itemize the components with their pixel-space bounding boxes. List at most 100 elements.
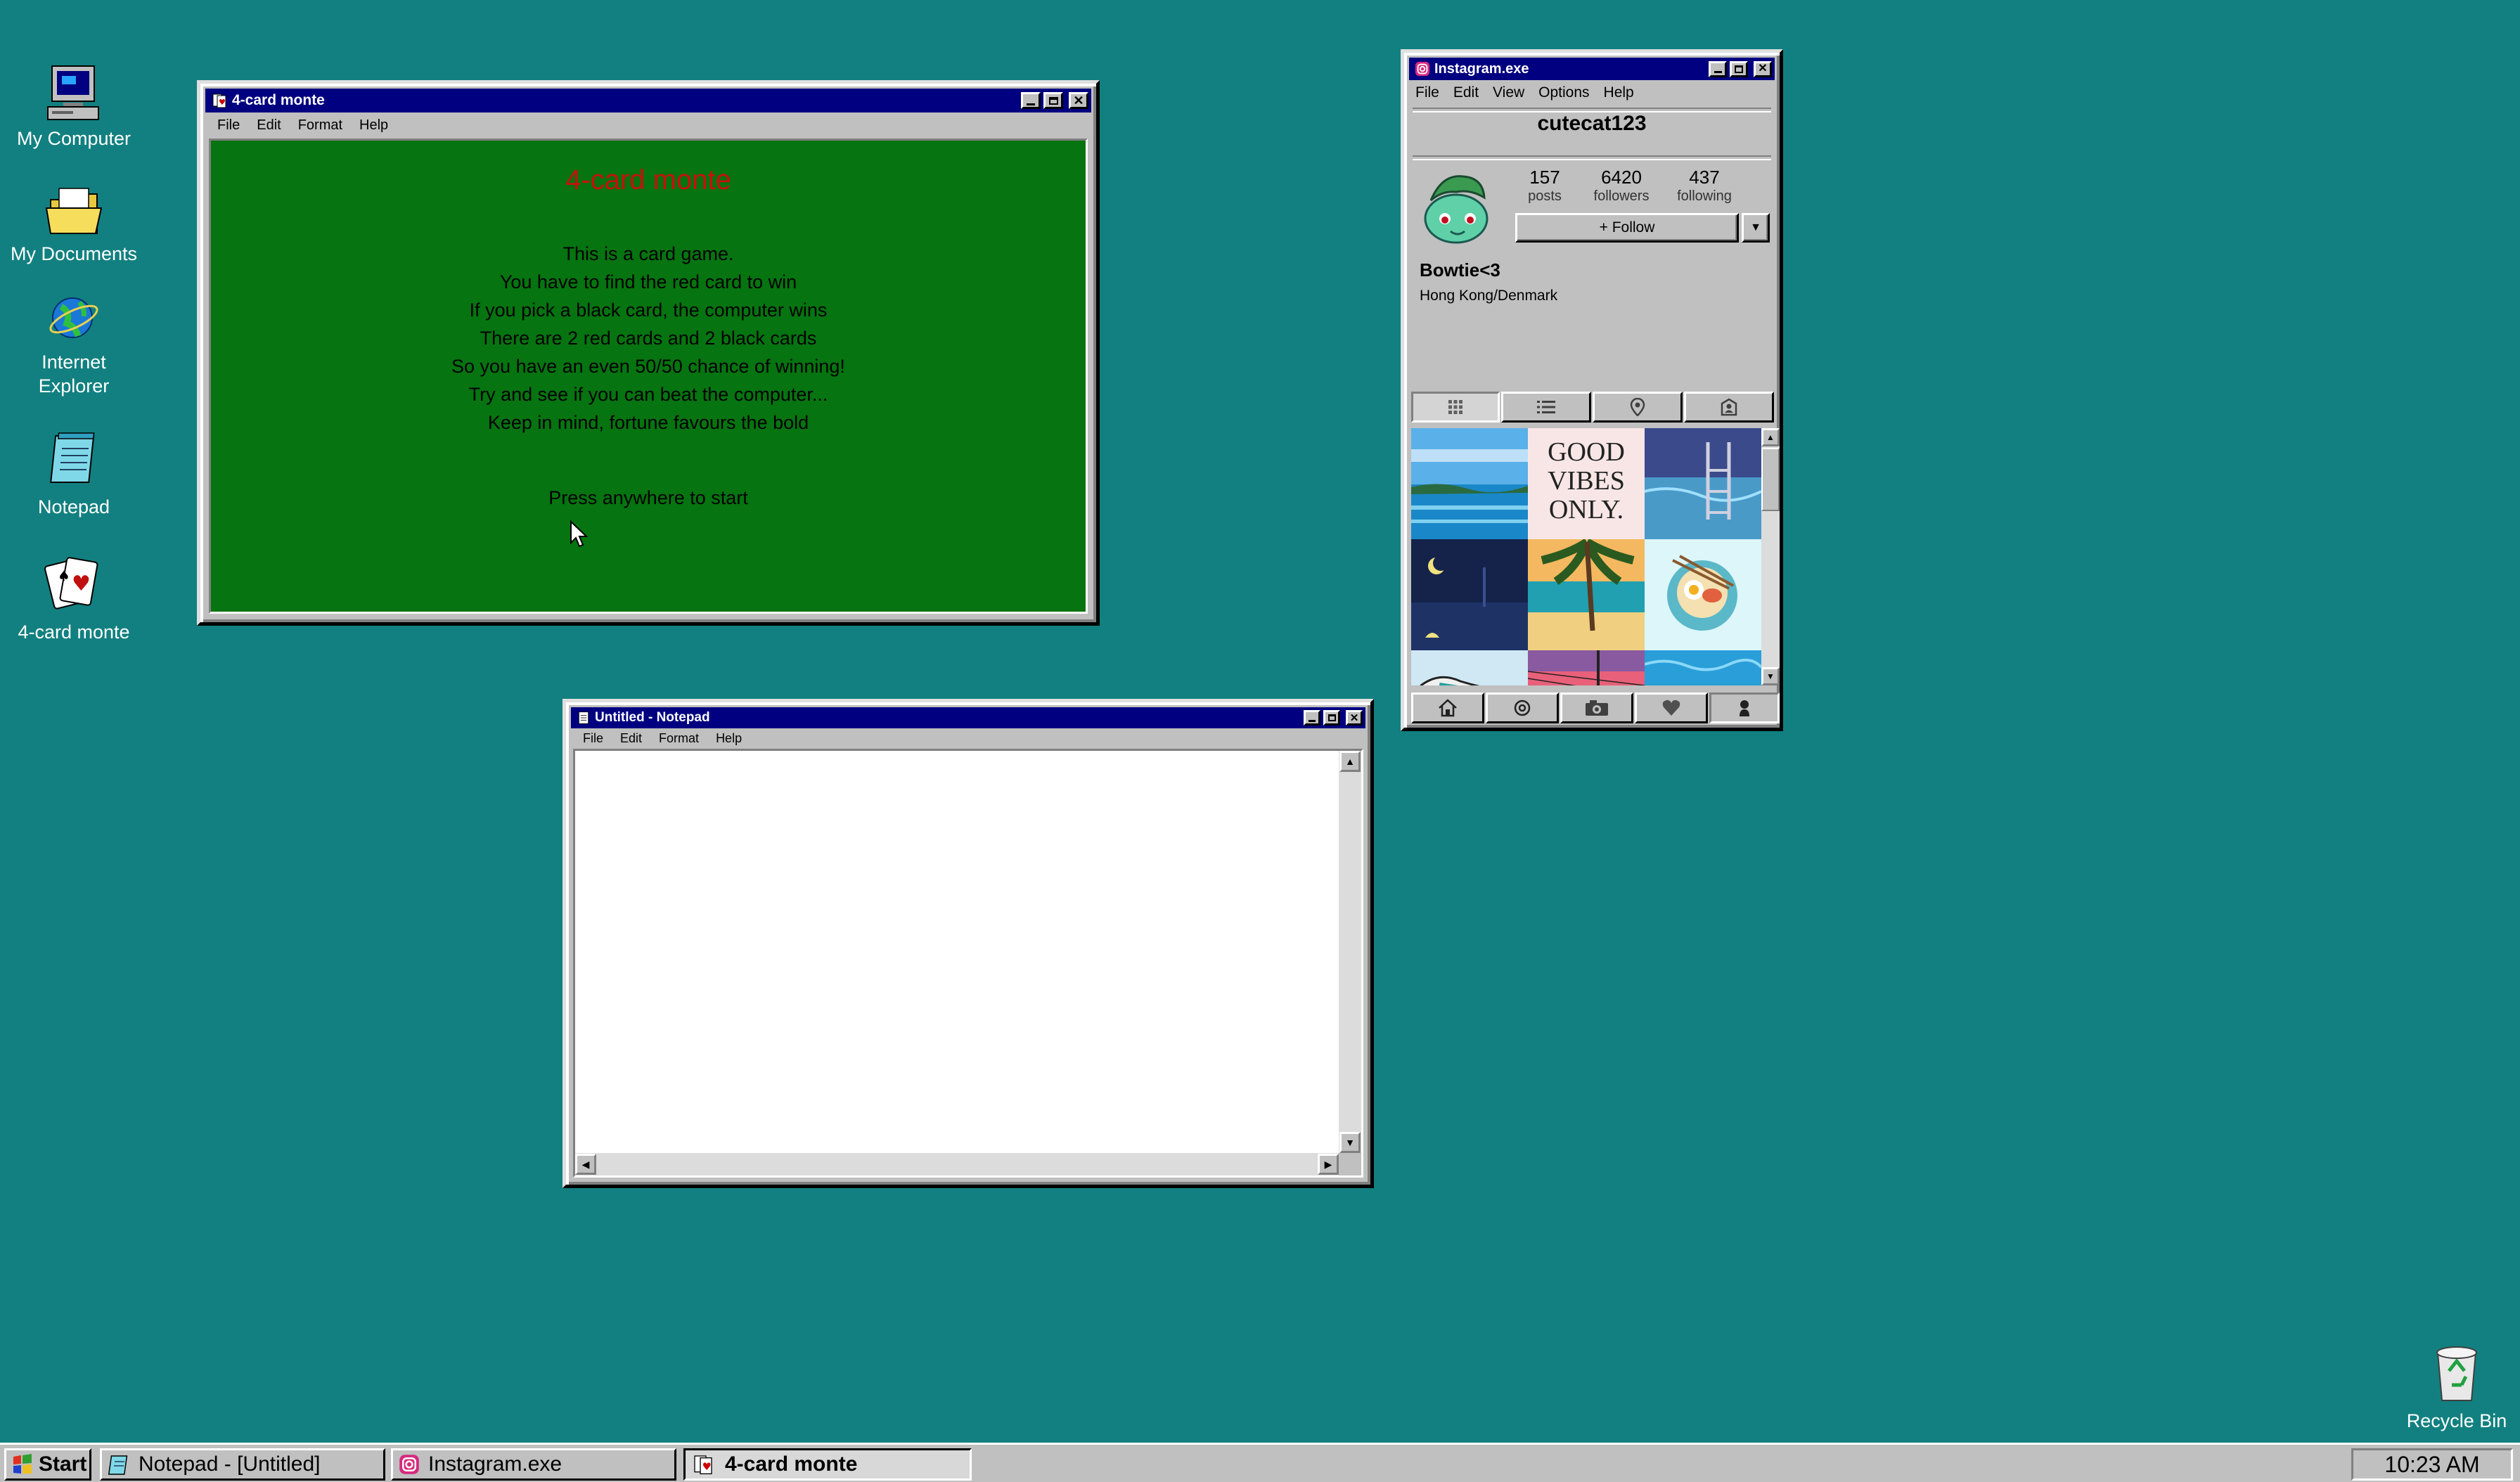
post-thumbnail[interactable]: [1645, 428, 1761, 539]
menu-help[interactable]: Help: [707, 731, 750, 746]
system-clock[interactable]: 10:23 AM: [2351, 1448, 2513, 1481]
cards-icon: ♥: [694, 1455, 712, 1474]
post-thumbnail[interactable]: [1411, 539, 1528, 650]
notepad-menubar: File Edit Format Help: [574, 729, 1362, 747]
close-icon: ✕: [1758, 63, 1768, 75]
tab-tagged[interactable]: [1684, 392, 1774, 423]
scroll-left-button[interactable]: ◀: [575, 1154, 596, 1175]
menu-file[interactable]: File: [209, 117, 248, 134]
start-label: Start: [39, 1452, 87, 1476]
desktop-icon-my-documents[interactable]: My Documents: [0, 184, 148, 266]
desktop-icon-notepad[interactable]: Notepad: [0, 430, 148, 519]
menu-help[interactable]: Help: [351, 117, 397, 134]
notepad-icon: [50, 432, 95, 483]
following-label: following: [1677, 188, 1732, 204]
avatar[interactable]: [1414, 169, 1497, 247]
scroll-down-button[interactable]: ▼: [1761, 667, 1780, 685]
window-title: Untitled - Notepad: [595, 710, 710, 725]
posts-count: 157: [1529, 167, 1560, 188]
desktop-icon-4-card-monte[interactable]: ♥ ♠ 4-card monte: [0, 553, 148, 644]
search-icon: [1514, 700, 1531, 716]
menu-file[interactable]: File: [574, 731, 612, 746]
taskbar-button-label: Notepad - [Untitled]: [139, 1452, 321, 1476]
resize-grip[interactable]: [1339, 1153, 1361, 1175]
close-icon: ✕: [1349, 711, 1359, 724]
post-thumbnail[interactable]: [1411, 428, 1528, 539]
instagram-icon: [1415, 61, 1430, 77]
close-button[interactable]: ✕: [1346, 710, 1363, 726]
close-button[interactable]: ✕: [1754, 60, 1772, 77]
taskbar-button-instagram[interactable]: Instagram.exe: [391, 1448, 676, 1481]
post-thumbnail[interactable]: GOOD VIBES ONLY.: [1528, 428, 1645, 539]
pool-ladder-image: [1645, 428, 1761, 539]
scroll-up-button[interactable]: ▲: [1339, 751, 1361, 772]
minimize-button[interactable]: [1304, 710, 1320, 726]
post-thumbnail[interactable]: [1411, 650, 1528, 685]
follow-button[interactable]: + Follow: [1515, 213, 1739, 243]
stat-posts[interactable]: 157 posts: [1517, 167, 1573, 205]
horizontal-scrollbar[interactable]: ◀ ▶: [575, 1153, 1339, 1175]
start-button[interactable]: Start: [4, 1448, 91, 1481]
card-game-window: ♥ 4-card monte ✕ File Edit Format Help 4…: [197, 80, 1100, 626]
nav-activity-button[interactable]: [1635, 692, 1708, 723]
post-thumbnail[interactable]: [1645, 650, 1761, 685]
tab-location[interactable]: [1593, 392, 1683, 423]
post-thumbnail[interactable]: [1528, 650, 1645, 685]
minimize-button[interactable]: [1021, 92, 1041, 109]
desktop-icon-label: Recycle Bin: [2406, 1410, 2507, 1431]
scroll-thumb[interactable]: [1761, 448, 1780, 511]
location-text: Hong Kong/Denmark: [1420, 288, 1558, 304]
desktop-icon-recycle-bin[interactable]: Recycle Bin: [2379, 1340, 2520, 1433]
desktop-icon-my-computer[interactable]: My Computer: [0, 65, 148, 150]
maximize-button[interactable]: [1730, 60, 1748, 77]
photo-grid-scrollbar[interactable]: ▲ ▼: [1761, 428, 1780, 685]
scroll-right-button[interactable]: ▶: [1318, 1154, 1339, 1175]
menu-view[interactable]: View: [1486, 84, 1531, 101]
close-button[interactable]: ✕: [1069, 92, 1088, 109]
stat-following[interactable]: 437 following: [1666, 167, 1743, 205]
scroll-down-button[interactable]: ▼: [1339, 1132, 1361, 1153]
location-pin-icon: [1630, 398, 1645, 416]
instruction-line: If you pick a black card, the computer w…: [469, 299, 828, 321]
follow-options-dropdown[interactable]: ▼: [1742, 213, 1770, 243]
instagram-titlebar[interactable]: Instagram.exe ✕: [1409, 58, 1775, 80]
sunset-powerlines-image: [1528, 650, 1645, 685]
desktop-icon-internet-explorer[interactable]: Internet Explorer: [0, 292, 148, 398]
instruction-line: Keep in mind, fortune favours the bold: [487, 412, 809, 433]
menu-file[interactable]: File: [1408, 84, 1446, 101]
maximize-button[interactable]: [1043, 92, 1063, 109]
windows-logo-icon: [13, 1454, 32, 1474]
menu-format[interactable]: Format: [290, 117, 351, 134]
menu-edit[interactable]: Edit: [248, 117, 289, 134]
menu-format[interactable]: Format: [650, 731, 707, 746]
stat-followers[interactable]: 6420 followers: [1583, 167, 1660, 205]
window-title: 4-card monte: [232, 92, 325, 108]
scroll-up-button[interactable]: ▲: [1761, 428, 1780, 446]
taskbar-button-notepad[interactable]: Notepad - [Untitled]: [100, 1448, 385, 1481]
taskbar-button-4-card-monte[interactable]: ♥ 4-card monte: [683, 1448, 972, 1481]
menu-edit[interactable]: Edit: [1446, 84, 1486, 101]
profile-username: cutecat123: [1537, 112, 1647, 135]
start-prompt[interactable]: Press anywhere to start: [211, 487, 1086, 509]
tab-list[interactable]: [1501, 392, 1591, 423]
tab-grid[interactable]: [1411, 392, 1500, 423]
minimize-button[interactable]: [1709, 60, 1727, 77]
menu-edit[interactable]: Edit: [612, 731, 650, 746]
card-game-titlebar[interactable]: ♥ 4-card monte ✕: [205, 89, 1091, 112]
minimize-icon: [1309, 720, 1316, 722]
menu-help[interactable]: Help: [1597, 84, 1641, 101]
menu-options[interactable]: Options: [1531, 84, 1596, 101]
grid-icon: [1448, 400, 1462, 414]
instruction-line: There are 2 red cards and 2 black cards: [480, 328, 817, 349]
nav-camera-button[interactable]: [1560, 692, 1633, 723]
vertical-scrollbar[interactable]: ▲ ▼: [1339, 751, 1361, 1153]
notepad-titlebar[interactable]: Untitled - Notepad ✕: [571, 707, 1365, 728]
notepad-text-area[interactable]: ▲ ▼ ◀ ▶: [573, 749, 1363, 1178]
maximize-button[interactable]: [1323, 710, 1340, 726]
nav-home-button[interactable]: [1411, 692, 1484, 723]
game-board[interactable]: 4-card monte This is a card game. You ha…: [209, 138, 1088, 614]
nav-search-button[interactable]: [1486, 692, 1559, 723]
nav-profile-button[interactable]: [1709, 692, 1780, 723]
post-thumbnail[interactable]: [1645, 539, 1761, 650]
post-thumbnail[interactable]: [1528, 539, 1645, 650]
